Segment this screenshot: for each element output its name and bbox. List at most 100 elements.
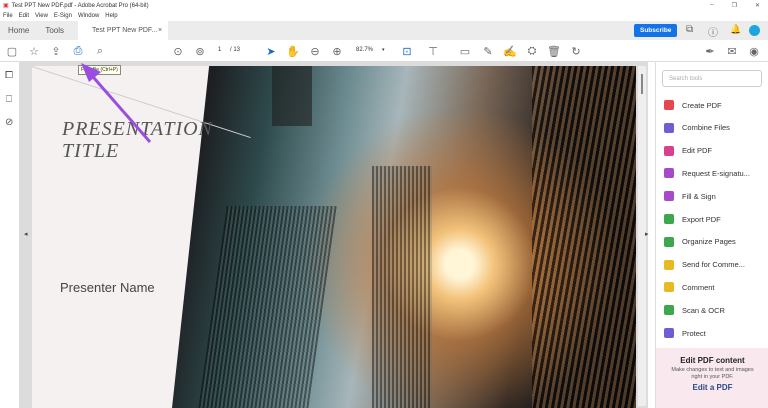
- search-tools-input[interactable]: Search tools: [662, 70, 762, 87]
- minimize-button[interactable]: –: [710, 2, 713, 9]
- print-icon[interactable]: ⎙: [71, 44, 85, 58]
- tool-label: Send for Comme...: [682, 260, 745, 270]
- tool-label: Create PDF: [682, 100, 722, 110]
- stamp-icon[interactable]: ⛭: [525, 44, 539, 58]
- fill-sign-icon[interactable]: ✒: [703, 44, 717, 58]
- tool-icon: [664, 282, 674, 293]
- tool-item[interactable]: Create PDF: [664, 100, 722, 110]
- menu-help[interactable]: Help: [105, 13, 117, 19]
- title-bar: ▣ Test PPT New PDF.pdf - Adobe Acrobat P…: [0, 0, 768, 11]
- window-title: Test PPT New PDF.pdf - Adobe Acrobat Pro…: [11, 2, 149, 9]
- tool-item[interactable]: Combine Files: [664, 122, 730, 133]
- subscribe-button[interactable]: Subscribe: [634, 24, 678, 37]
- left-rail: ⧠ ⎕ ⊘: [0, 62, 20, 408]
- attachment-icon[interactable]: ⊘: [5, 117, 13, 128]
- promo-title: Edit PDF content: [680, 356, 745, 365]
- save-icon[interactable]: ▢: [5, 44, 19, 58]
- account-icon[interactable]: ◉: [747, 44, 761, 58]
- tool-item[interactable]: Export PDF: [664, 214, 721, 224]
- tool-icon: [664, 122, 674, 133]
- share-screen-icon[interactable]: ⧉: [686, 24, 693, 35]
- avatar[interactable]: [749, 25, 760, 36]
- tool-label: Edit PDF: [682, 146, 713, 156]
- tool-icon: [664, 168, 674, 179]
- zoom-out-icon[interactable]: ⊖: [308, 44, 322, 58]
- tool-label: Protect: [682, 328, 706, 338]
- pages-thumbnail-icon[interactable]: ⧠: [5, 70, 13, 81]
- scroll-mode-icon[interactable]: ⊤: [426, 44, 440, 58]
- zoom-level-select[interactable]: 82.7%: [356, 47, 373, 53]
- star-icon[interactable]: ☆: [27, 44, 41, 58]
- search-icon[interactable]: ⌕: [93, 44, 107, 58]
- toolbar: ▢ ☆ ⇪ ⎙ ⌕ ⊙ ⊚ 1 / 13 ➤ ✋ ⊖ ⊕ 82.7% ▾ ⊡ ⊤…: [0, 40, 768, 62]
- tab-home[interactable]: Home: [0, 21, 37, 40]
- tool-label: Scan & OCR: [682, 305, 725, 315]
- comment-icon[interactable]: ▭: [458, 44, 472, 58]
- highlight-pen-icon[interactable]: ✎: [481, 44, 495, 58]
- document-view: ◂ PRESENTATION TITLE Presenter Name Prin…: [20, 62, 649, 408]
- close-window-button[interactable]: ✕: [755, 2, 760, 9]
- select-cursor-icon[interactable]: ➤: [264, 44, 278, 58]
- tool-item[interactable]: Edit PDF: [664, 145, 713, 156]
- tool-item[interactable]: Request E-signatu...: [664, 168, 750, 179]
- chevron-down-icon[interactable]: ▾: [382, 47, 385, 53]
- expand-right-arrow-icon[interactable]: ▸: [645, 230, 649, 238]
- menu-file[interactable]: File: [3, 13, 13, 19]
- collapse-left-arrow-icon[interactable]: ◂: [24, 230, 28, 238]
- tool-icon: [664, 214, 674, 224]
- notification-bell-icon[interactable]: 🔔: [730, 24, 741, 35]
- tool-icon: [664, 100, 674, 110]
- menu-esign[interactable]: E-Sign: [54, 13, 72, 19]
- tool-icon: [664, 191, 674, 202]
- menu-window[interactable]: Window: [78, 13, 99, 19]
- tool-label: Combine Files: [682, 123, 730, 133]
- tool-label: Comment: [682, 282, 715, 292]
- maximize-button[interactable]: ❐: [732, 2, 737, 9]
- tool-icon: [664, 145, 674, 156]
- tool-item[interactable]: Comment: [664, 282, 715, 293]
- tool-label: Organize Pages: [682, 237, 736, 247]
- upload-cloud-icon[interactable]: ⇪: [49, 44, 63, 58]
- tools-panel: Search tools Create PDF Combine Files Edit…: [655, 62, 768, 408]
- tool-icon: [664, 305, 674, 316]
- menu-view[interactable]: View: [35, 13, 48, 19]
- menu-edit[interactable]: Edit: [19, 13, 29, 19]
- page-number-input[interactable]: 1: [218, 47, 221, 53]
- pdf-app-icon: ▣: [3, 3, 9, 9]
- tool-item[interactable]: Fill & Sign: [664, 191, 716, 202]
- delete-icon[interactable]: 🗑: [547, 44, 561, 58]
- zoom-in-icon[interactable]: ⊕: [330, 44, 344, 58]
- bookmark-icon[interactable]: ⎕: [6, 94, 12, 105]
- page-down-icon[interactable]: ⊚: [193, 44, 207, 58]
- tool-label: Fill & Sign: [682, 191, 716, 201]
- promo-text: Make changes to text and images right in…: [671, 367, 754, 380]
- tool-icon: [664, 328, 674, 338]
- annotation-arrow: [81, 63, 152, 143]
- presenter-name: Presenter Name: [60, 280, 155, 295]
- tool-label: Export PDF: [682, 214, 721, 224]
- rotate-icon[interactable]: ↻: [569, 44, 583, 58]
- page-fit-icon[interactable]: ⊡: [400, 44, 414, 58]
- tab-document[interactable]: Test PPT New PDF... ×: [78, 21, 169, 40]
- sign-icon[interactable]: ✍: [503, 44, 517, 58]
- document-tab-label: Test PPT New PDF...: [92, 27, 158, 34]
- promo-box: Edit PDF content Make changes to text an…: [656, 348, 768, 408]
- tab-bar: Home Tools Test PPT New PDF... × Subscri…: [0, 21, 768, 40]
- edit-pdf-link[interactable]: Edit a PDF: [656, 383, 768, 392]
- tool-item[interactable]: Scan & OCR: [664, 305, 725, 316]
- city-skyline-photo: [172, 66, 636, 408]
- help-icon[interactable]: ⓘ: [708, 24, 718, 39]
- page-up-icon[interactable]: ⊙: [171, 44, 185, 58]
- tab-tools[interactable]: Tools: [37, 21, 72, 40]
- tool-item[interactable]: Organize Pages: [664, 236, 736, 247]
- tool-icon: [664, 259, 674, 270]
- tool-icon: [664, 236, 674, 247]
- tool-label: Request E-signatu...: [682, 168, 750, 178]
- email-icon[interactable]: ✉: [725, 44, 739, 58]
- page-total: / 13: [230, 47, 241, 53]
- close-tab-icon[interactable]: ×: [158, 27, 162, 34]
- tool-item[interactable]: Protect: [664, 328, 706, 338]
- menu-bar: File Edit View E-Sign Window Help: [0, 11, 768, 21]
- hand-tool-icon[interactable]: ✋: [286, 44, 300, 58]
- tool-item[interactable]: Send for Comme...: [664, 259, 745, 270]
